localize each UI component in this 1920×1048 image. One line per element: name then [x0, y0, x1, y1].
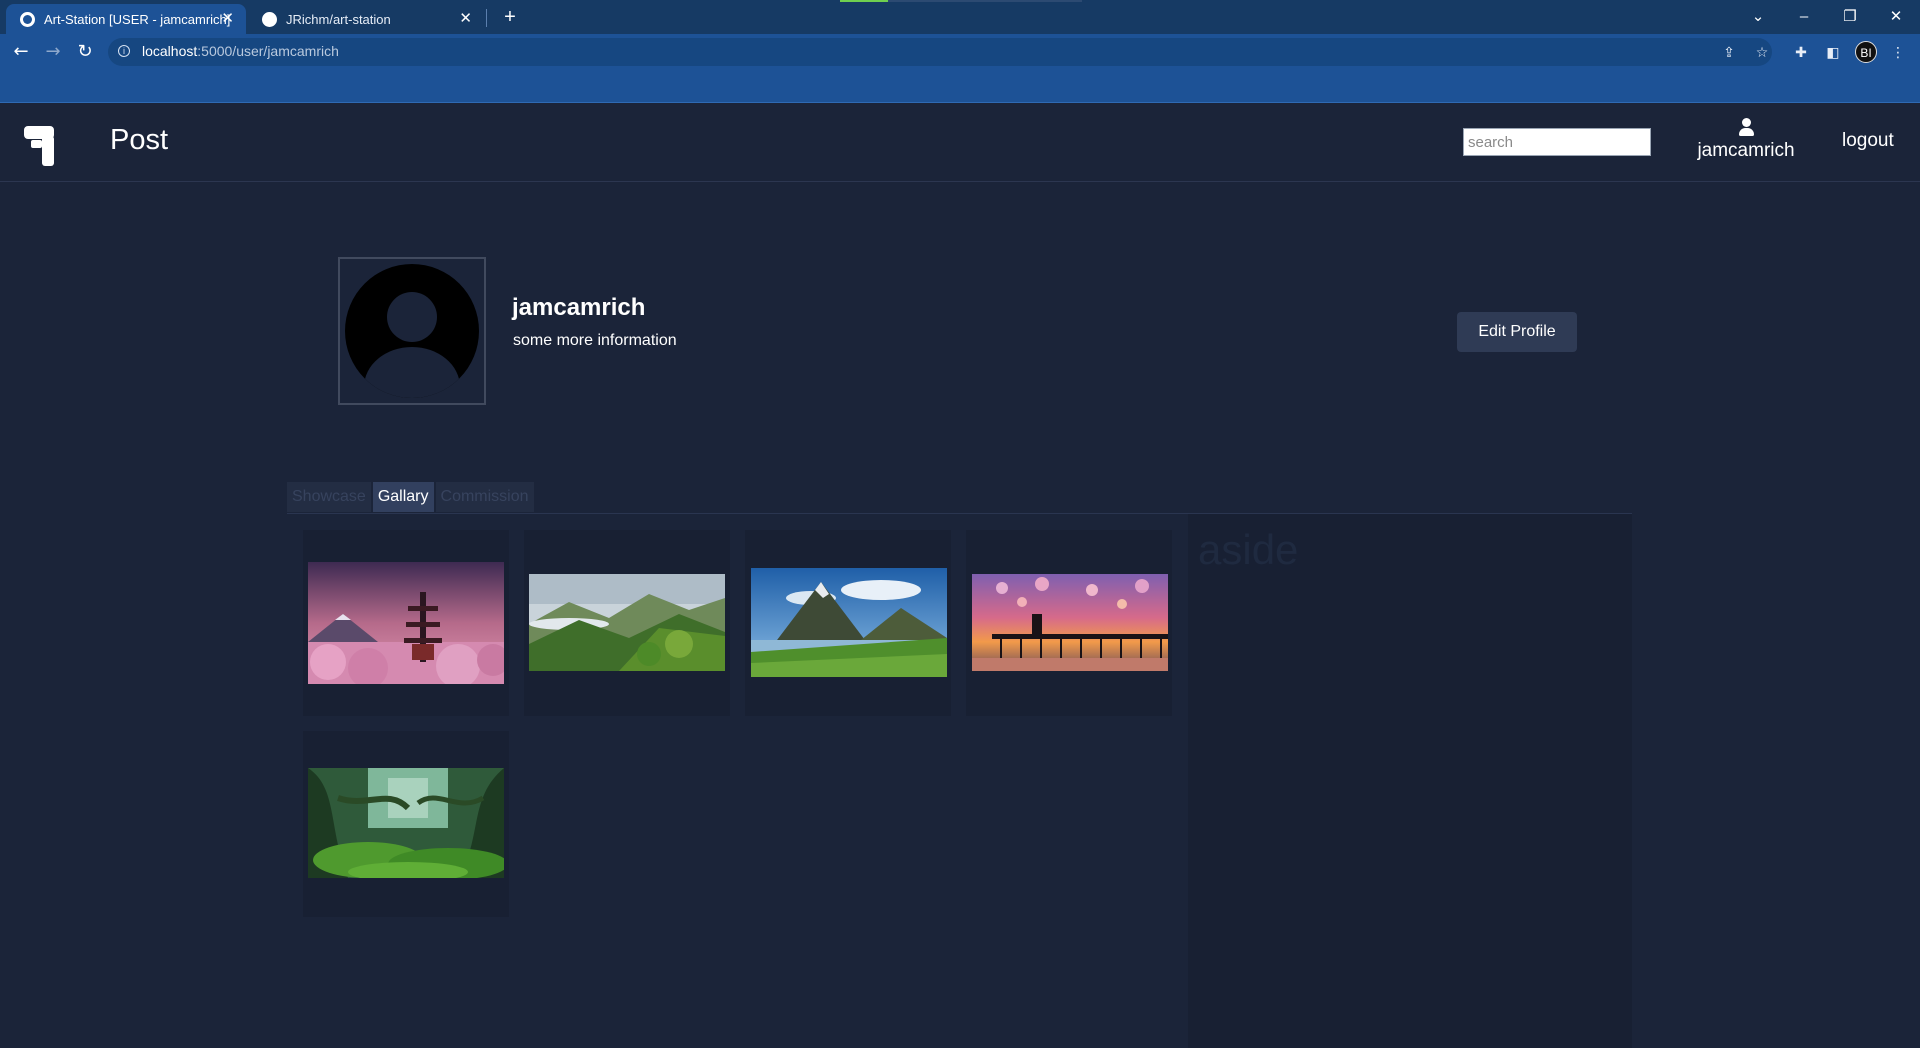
logout-link[interactable]: logout	[1842, 130, 1894, 152]
extensions-icon[interactable]: ✚	[1791, 43, 1811, 63]
url-path: :5000/user/jamcamrich	[197, 43, 339, 59]
artwork-image-mountain-lake[interactable]	[751, 568, 947, 677]
star-icon[interactable]: ☆	[1752, 43, 1772, 63]
tab-title: JRichm/art-station	[286, 11, 391, 27]
profile-username: jamcamrich	[512, 294, 646, 321]
profile-avatar[interactable]: BI	[1855, 41, 1877, 63]
browser-tab-active[interactable]: Art-Station [USER - jamcamrich] ✕	[6, 4, 246, 34]
tab-commission[interactable]: Commission	[435, 482, 534, 512]
tab-separator	[486, 9, 487, 27]
share-icon[interactable]: ⇪	[1719, 43, 1739, 63]
github-icon	[262, 11, 277, 27]
profile-tabs: Showcase Gallary Commission	[287, 482, 536, 512]
user-profile-link[interactable]: jamcamrich	[1690, 116, 1802, 162]
back-icon[interactable]: ←	[9, 40, 33, 64]
close-icon[interactable]: ✕	[459, 11, 472, 26]
post-link[interactable]: Post	[110, 124, 168, 157]
site-info-icon[interactable]: i	[118, 45, 130, 57]
artwork-image-forest[interactable]	[308, 768, 508, 882]
avatar-placeholder-icon	[345, 264, 479, 398]
globe-icon	[20, 11, 35, 27]
gallery-card[interactable]	[303, 731, 509, 917]
side-panel-icon[interactable]: ◧	[1823, 43, 1843, 63]
gallery-card[interactable]	[303, 530, 509, 716]
drag-hint-track	[888, 0, 1082, 2]
aside-panel	[1188, 514, 1632, 1048]
url-host: localhost	[142, 43, 198, 59]
forward-icon[interactable]: →	[41, 40, 65, 64]
close-icon[interactable]: ✕	[221, 11, 234, 26]
profile-info: some more information	[513, 332, 677, 349]
gallery-card[interactable]	[966, 530, 1172, 716]
tab-title: Art-Station [USER - jamcamrich]	[44, 11, 231, 27]
artwork-image-pagoda[interactable]	[308, 562, 509, 688]
browser-tab[interactable]: JRichm/art-station ✕	[248, 4, 484, 34]
more-menu-icon[interactable]: ⋮	[1888, 43, 1908, 63]
reload-icon[interactable]: ↻	[73, 40, 97, 64]
nav-username: jamcamrich	[1697, 140, 1795, 161]
drag-hint	[840, 0, 888, 2]
restore-button[interactable]: ❐	[1828, 5, 1872, 29]
url-text[interactable]: localhost:5000/user/jamcamrich	[142, 43, 339, 59]
close-window-button[interactable]: ✕	[1874, 5, 1918, 29]
gallery-card[interactable]	[524, 530, 730, 716]
tab-gallary[interactable]: Gallary	[372, 482, 434, 512]
new-tab-button[interactable]: +	[498, 5, 522, 29]
artwork-image-mountains[interactable]	[529, 574, 725, 671]
search-input[interactable]	[1463, 128, 1651, 156]
artwork-image-pier-sunset[interactable]	[972, 574, 1168, 671]
minimize-button[interactable]: –	[1782, 5, 1826, 29]
tab-showcase[interactable]: Showcase	[287, 482, 371, 512]
edit-profile-button[interactable]: Edit Profile	[1457, 312, 1577, 352]
aside-title: aside	[1198, 526, 1299, 573]
gallery-card[interactable]	[745, 530, 951, 716]
user-icon	[1738, 116, 1754, 138]
avatar-frame	[338, 257, 486, 405]
bookmarks-bar	[0, 70, 1920, 103]
address-bar[interactable]	[108, 38, 1772, 66]
tab-search-icon[interactable]: ⌄	[1736, 5, 1780, 29]
